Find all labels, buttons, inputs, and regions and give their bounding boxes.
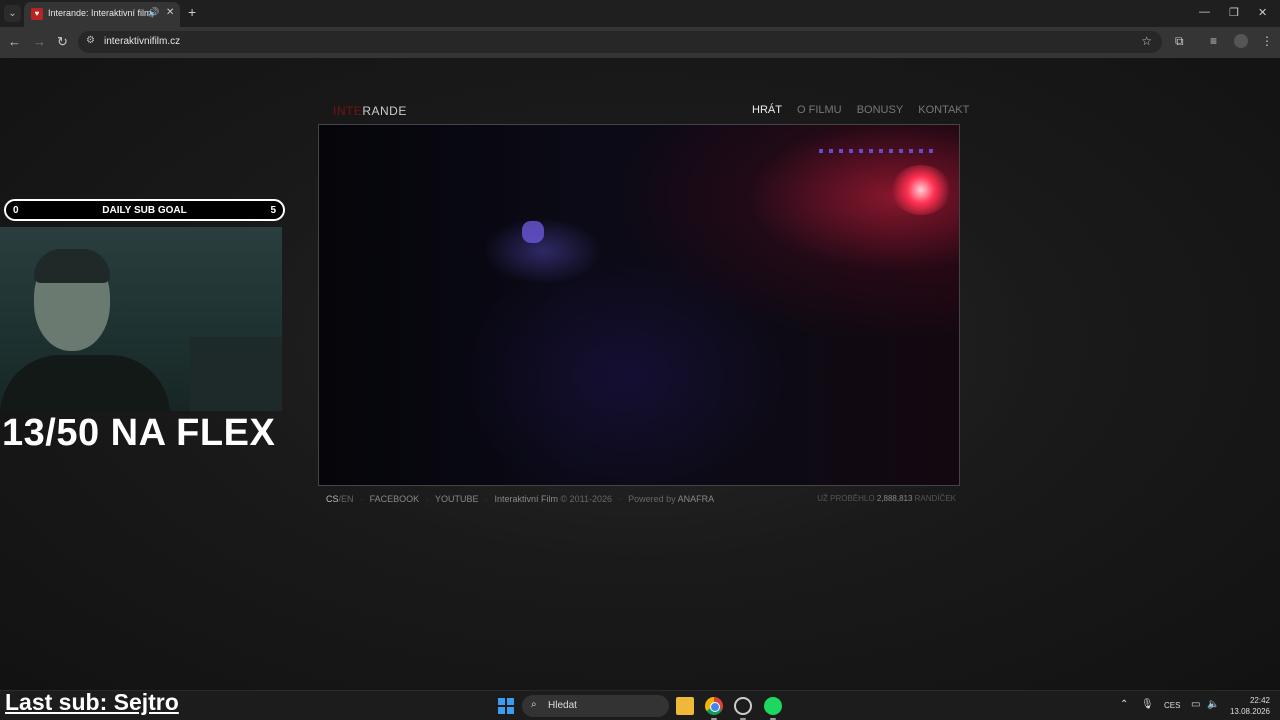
anafra-link[interactable]: ANAFRA [678, 494, 715, 504]
powered-by-label: Powered by [628, 494, 676, 504]
nav-item-hrat[interactable]: HRÁT [752, 104, 782, 116]
logo-white-part: RANDE [362, 104, 407, 118]
back-arrow-icon[interactable]: ← [8, 34, 21, 49]
app-icon[interactable] [734, 697, 752, 715]
facebook-link[interactable]: FACEBOOK [370, 494, 420, 504]
restore-icon[interactable]: ❐ [1229, 6, 1239, 19]
site-footer: CS/EN · FACEBOOK · YOUTUBE · Interaktivn… [326, 494, 714, 504]
tab-close-icon[interactable]: ✕ [166, 7, 174, 18]
site-favicon-icon: ♥ [31, 8, 43, 20]
webcam-overlay [0, 227, 282, 411]
file-explorer-icon[interactable] [676, 697, 694, 715]
site-info-icon[interactable]: ⚙ [86, 35, 95, 46]
stage-lights [819, 149, 939, 153]
clock-date: 13.08.2026 [1229, 707, 1270, 716]
lang-cs-link[interactable]: CS [326, 494, 339, 504]
windows-start-icon[interactable] [498, 698, 514, 714]
browser-toolbar: ← → ↻ ⚙ interaktivnifilm.cz ☆ ⧉ ≡ ⋮ [0, 27, 1280, 58]
profile-avatar[interactable] [1234, 34, 1248, 48]
main-nav: HRÁT O FILMU BONUSY KONTAKT [752, 104, 981, 116]
tab-title: Interande: Interaktivní film, [48, 8, 155, 18]
bookmark-star-icon[interactable]: ☆ [1141, 34, 1152, 48]
forward-arrow-icon[interactable]: → [33, 34, 46, 49]
window-close-icon[interactable]: ✕ [1258, 6, 1267, 19]
spotify-icon[interactable] [764, 697, 782, 715]
media-control-icon[interactable]: ≡ [1210, 34, 1217, 48]
menu-kebab-icon[interactable]: ⋮ [1261, 34, 1273, 48]
footer-dot: · [425, 494, 429, 504]
nav-item-bonusy[interactable]: BONUSY [857, 104, 903, 116]
clock-time: 22:42 [1249, 696, 1270, 705]
search-placeholder: Hledat [548, 700, 577, 711]
youtube-link[interactable]: YOUTUBE [435, 494, 479, 504]
chrome-icon[interactable] [705, 697, 723, 715]
logo-red-part: INTE [333, 104, 363, 118]
minimize-icon[interactable]: — [1199, 6, 1210, 18]
footer-dot: · [360, 494, 364, 504]
counter-value: 2,888,813 [876, 494, 913, 503]
webcam-person-headphones [34, 249, 110, 283]
tab-list-chevron-down-icon[interactable]: ⌄ [4, 5, 21, 22]
taskbar-search[interactable]: ⌕ Hledat [522, 695, 669, 717]
sub-goal-bar: 0 DAILY SUB GOAL 5 [4, 199, 285, 221]
url-text[interactable]: interaktivnifilm.cz [104, 36, 180, 47]
webcam-person-body [0, 355, 170, 411]
date-counter: UŽ PROBĚHLO 2,888,813 RANDÍČEK [817, 494, 956, 503]
search-icon: ⌕ [531, 699, 537, 710]
reload-icon[interactable]: ↻ [57, 34, 68, 50]
footer-dot: · [484, 494, 488, 504]
counter-prefix: UŽ PROBĚHLO [817, 494, 875, 503]
copyright-name: Interaktivní Film [494, 494, 559, 504]
language-indicator[interactable]: CES [1164, 701, 1180, 710]
video-player[interactable] [318, 124, 960, 486]
goal-label: DAILY SUB GOAL [102, 205, 187, 216]
goal-max: 5 [270, 205, 276, 216]
webcam-background-desk [190, 337, 282, 411]
lang-en-link[interactable]: EN [341, 494, 354, 504]
audio-playing-icon[interactable]: 🔊 [148, 7, 159, 18]
browser-tab-bar: ⌄ ♥ Interande: Interaktivní film, 🔊 ✕ + … [0, 0, 1280, 27]
taskbar-clock[interactable]: 22:42 13.08.2026 [1224, 695, 1270, 717]
counter-suffix: RANDÍČEK [914, 494, 956, 503]
address-bar[interactable]: ⚙ interaktivnifilm.cz ☆ [78, 31, 1162, 53]
red-light-glow [891, 165, 951, 215]
flex-goal-text: 13/50 NA FLEX [2, 412, 276, 454]
copyright-years: © 2011-2026 [560, 494, 613, 504]
browser-tab[interactable]: ♥ Interande: Interaktivní film, 🔊 ✕ [24, 2, 180, 27]
nav-item-kontakt[interactable]: KONTAKT [918, 104, 969, 116]
extensions-puzzle-icon[interactable]: ⧉ [1175, 34, 1184, 49]
microphone-icon[interactable]: 🎙 [1141, 699, 1154, 710]
footer-dot: · [618, 494, 622, 504]
last-sub-text: Last sub: Sejtro [5, 689, 179, 715]
purple-lit-hand [522, 221, 544, 243]
tray-chevron-up-icon[interactable]: ⌃ [1120, 699, 1128, 710]
site-logo[interactable]: INTERANDE [333, 104, 407, 118]
nav-item-o-filmu[interactable]: O FILMU [797, 104, 842, 116]
volume-icon[interactable]: 🔈 [1207, 699, 1219, 710]
network-icon[interactable]: ▭ [1191, 699, 1200, 710]
windows-taskbar: ⌕ Hledat ⌃ 🎙 CES ▭ 🔈 22:42 13.08.2026 [0, 690, 1280, 720]
new-tab-plus-icon[interactable]: + [188, 4, 196, 20]
